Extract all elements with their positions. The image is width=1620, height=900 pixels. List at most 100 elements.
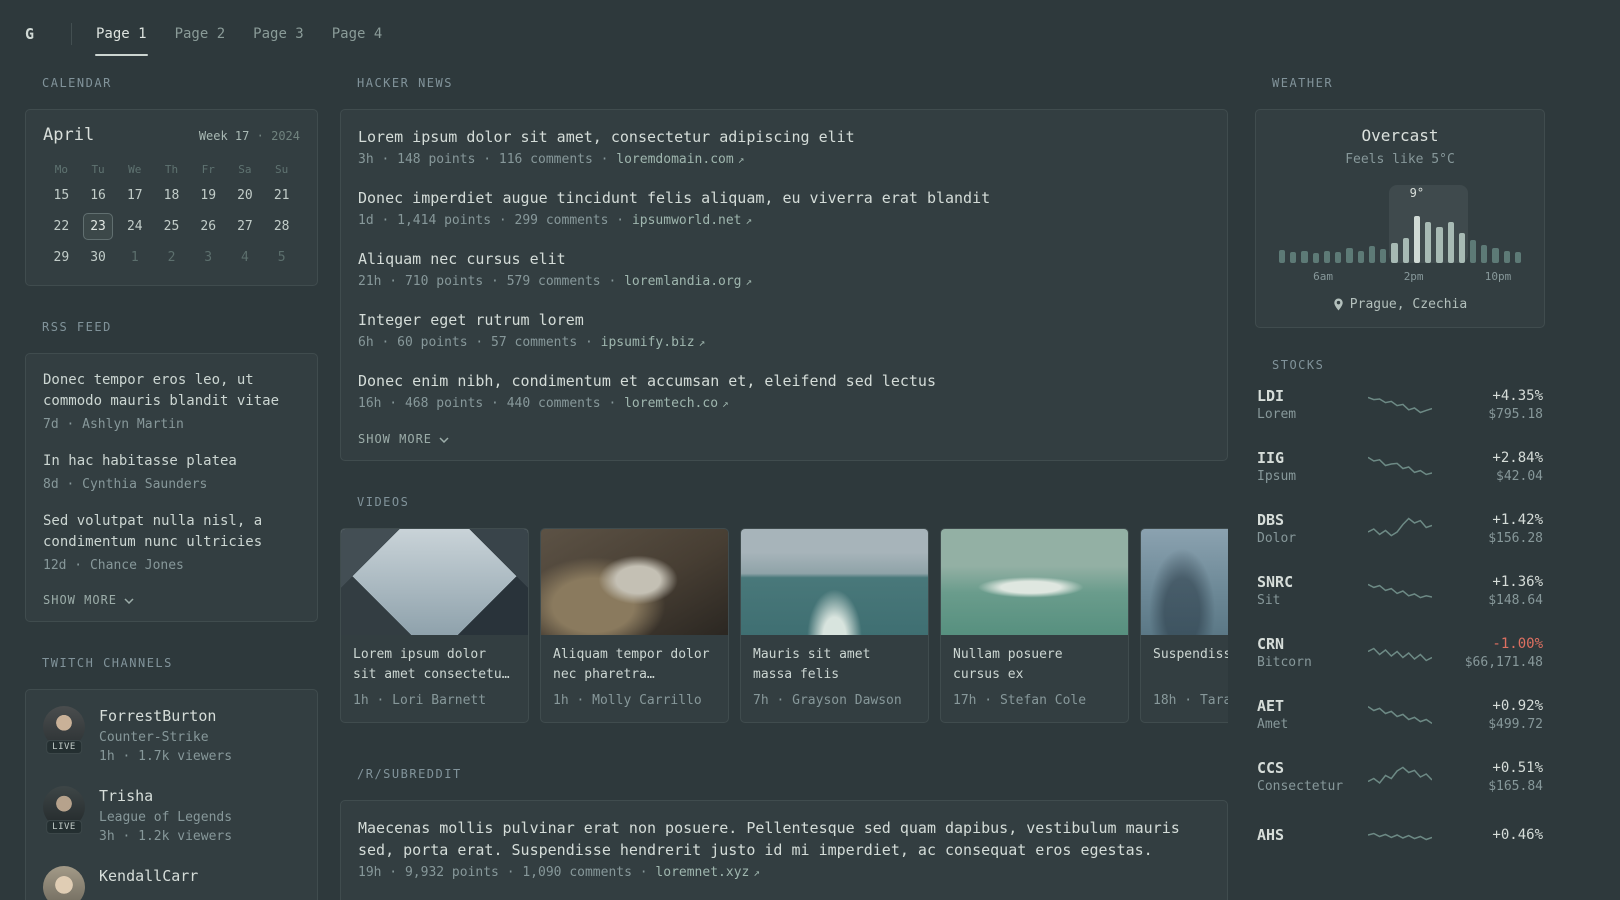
stock-row[interactable]: DBS Dolor +1.42% $156.28 xyxy=(1257,510,1543,548)
twitch-channel-info: KendallCarr xyxy=(99,866,198,900)
calendar-day[interactable]: 30 xyxy=(80,242,117,273)
hackernews-item-title[interactable]: Donec enim nibh, condimentum et accumsan… xyxy=(358,370,1210,392)
calendar-day[interactable]: 27 xyxy=(227,211,264,242)
chevron-down-icon xyxy=(439,436,449,443)
rss-item-title[interactable]: Donec tempor eros leo, ut commodo mauris… xyxy=(43,370,300,412)
stock-row[interactable]: AET Amet +0.92% $499.72 xyxy=(1257,696,1543,734)
calendar-day[interactable]: 24 xyxy=(116,211,153,242)
twitch-channel-name[interactable]: KendallCarr xyxy=(99,866,198,886)
hackernews-item-domain[interactable]: ipsumworld.net xyxy=(632,213,742,228)
hackernews-item-domain[interactable]: ipsumify.biz xyxy=(601,335,695,350)
hackernews-item-title[interactable]: Aliquam nec cursus elit xyxy=(358,248,1210,270)
stock-row[interactable]: SNRC Sit +1.36% $148.64 xyxy=(1257,572,1543,610)
hackernews-item-meta: 16h · 468 points · 440 comments · loremt… xyxy=(358,396,729,411)
subreddit-list: Maecenas mollis pulvinar erat non posuer… xyxy=(358,817,1210,883)
stock-sparkline xyxy=(1368,832,1432,841)
video-title[interactable]: Mauris sit amet massa felis xyxy=(753,645,916,685)
tab-page-3[interactable]: Page 3 xyxy=(252,12,305,56)
twitch-channel[interactable]: LIVE Trisha League of Legends 3h · 1.2k vie… xyxy=(43,786,300,846)
hackernews-item: Integer eget rutrum lorem 6h · 60 points … xyxy=(358,309,1210,353)
video-thumbnail xyxy=(1141,529,1228,635)
calendar-day[interactable]: 21 xyxy=(263,180,300,211)
hackernews-item-title[interactable]: Integer eget rutrum lorem xyxy=(358,309,1210,331)
video-meta: 7h · Grayson Dawson xyxy=(753,693,902,708)
rss-heading: RSS FEED xyxy=(42,320,112,334)
video-title[interactable]: Suspendisse diam xyxy=(1153,645,1228,685)
calendar-heading: CALENDAR xyxy=(42,76,112,90)
video-card[interactable]: Nullam posuere cursus ex 17h · Stefan Col… xyxy=(940,528,1129,723)
video-title[interactable]: Lorem ipsum dolor sit amet consectetu… xyxy=(353,645,516,685)
rss-widget: Donec tempor eros leo, ut commodo mauris… xyxy=(25,353,318,622)
calendar-day[interactable]: 28 xyxy=(263,211,300,242)
twitch-channel-name[interactable]: ForrestBurton xyxy=(99,706,232,726)
video-card[interactable]: Aliquam tempor dolor nec pharetra… 1h · M… xyxy=(540,528,729,723)
video-card-body: Suspendisse diam 18h · Tara xyxy=(1141,635,1228,722)
stock-quote: +0.46% xyxy=(1432,825,1543,845)
subreddit-item-title[interactable]: Maecenas mollis pulvinar erat non posuer… xyxy=(358,817,1210,861)
calendar-day[interactable]: 18 xyxy=(153,180,190,211)
calendar-day[interactable]: 4 xyxy=(227,242,264,273)
rss-item: Donec tempor eros leo, ut commodo mauris… xyxy=(43,370,300,434)
tab-page-1[interactable]: Page 1 xyxy=(95,12,148,56)
calendar-day[interactable]: 3 xyxy=(190,242,227,273)
video-title[interactable]: Aliquam tempor dolor nec pharetra… xyxy=(553,645,716,685)
weather-condition: Overcast xyxy=(1361,126,1439,145)
calendar-day[interactable]: 1 xyxy=(116,242,153,273)
rss-show-more-button[interactable]: SHOW MORE xyxy=(43,593,300,607)
stock-row[interactable]: IIG Ipsum +2.84% $42.04 xyxy=(1257,448,1543,486)
stocks-list: LDI Lorem +4.35% $795.18 IIG Ipsum +2.84% $42.0… xyxy=(1255,372,1545,850)
hackernews-section: HACKER NEWS Lorem ipsum dolor sit amet, … xyxy=(340,76,1228,461)
rss-item-title[interactable]: Sed volutpat nulla nisl, a condimentum n… xyxy=(43,511,300,553)
stock-row[interactable]: AHS +0.46% xyxy=(1257,820,1543,850)
video-thumbnail xyxy=(741,529,928,635)
calendar-day[interactable]: 29 xyxy=(43,242,80,273)
calendar-dow-label: Fr xyxy=(201,162,215,176)
stock-name: Dolor xyxy=(1257,531,1297,546)
twitch-channel[interactable]: LIVE ForrestBurton Counter-Strike 1h · 1.7k… xyxy=(43,706,300,766)
calendar-day[interactable]: 17 xyxy=(116,180,153,211)
hackernews-item-domain[interactable]: loremdomain.com xyxy=(616,152,733,167)
calendar-day[interactable]: 2 xyxy=(153,242,190,273)
video-card[interactable]: Suspendisse diam 18h · Tara xyxy=(1140,528,1228,723)
calendar-day-selected[interactable]: 23 xyxy=(83,213,114,240)
stock-ticker: CCS xyxy=(1257,759,1285,777)
tab-page-4[interactable]: Page 4 xyxy=(331,12,384,56)
calendar-day[interactable]: 16 xyxy=(80,180,117,211)
stock-row[interactable]: LDI Lorem +4.35% $795.18 xyxy=(1257,386,1543,424)
hackernews-item-title[interactable]: Lorem ipsum dolor sit amet, consectetur … xyxy=(358,126,1210,148)
hackernews-show-more-button[interactable]: SHOW MORE xyxy=(358,432,1210,446)
video-title[interactable]: Nullam posuere cursus ex xyxy=(953,645,1116,685)
weather-bar xyxy=(1312,252,1319,263)
calendar-day[interactable]: 15 xyxy=(43,180,80,211)
twitch-channel-name[interactable]: Trisha xyxy=(99,786,232,806)
stock-ticker: DBS xyxy=(1257,511,1285,529)
calendar-day[interactable]: 26 xyxy=(190,211,227,242)
stock-row[interactable]: CCS Consectetur +0.51% $165.84 xyxy=(1257,758,1543,796)
rss-item-title[interactable]: In hac habitasse platea xyxy=(43,451,300,472)
calendar-day[interactable]: 19 xyxy=(190,180,227,211)
calendar-day[interactable]: 22 xyxy=(43,211,80,242)
subreddit-item-domain[interactable]: loremnet.xyz xyxy=(655,865,749,880)
videos-section: VIDEOS Lorem ipsum dolor sit amet consec… xyxy=(340,495,1228,723)
calendar-day[interactable]: 20 xyxy=(227,180,264,211)
calendar-day[interactable]: 25 xyxy=(153,211,190,242)
twitch-channel[interactable]: KendallCarr xyxy=(43,866,300,900)
live-badge: LIVE xyxy=(46,740,82,754)
video-card[interactable]: Lorem ipsum dolor sit amet consectetu… 1h… xyxy=(340,528,529,723)
stock-row[interactable]: CRN Bitcorn -1.00% $66,171.48 xyxy=(1257,634,1543,672)
twitch-list: LIVE ForrestBurton Counter-Strike 1h · 1.7k… xyxy=(43,706,300,900)
weather-time-label: 10pm xyxy=(1484,270,1512,283)
video-meta: 1h · Molly Carrillo xyxy=(553,693,702,708)
stock-change: +0.51% xyxy=(1492,760,1543,776)
app-logo[interactable]: G xyxy=(25,25,71,43)
stock-sparkline xyxy=(1368,705,1432,725)
tab-page-2[interactable]: Page 2 xyxy=(174,12,227,56)
hackernews-item-domain[interactable]: loremlandia.org xyxy=(624,274,741,289)
hackernews-item-domain[interactable]: loremtech.co xyxy=(624,396,718,411)
calendar-day[interactable]: 5 xyxy=(263,242,300,273)
hackernews-item-title[interactable]: Donec imperdiet augue tincidunt felis al… xyxy=(358,187,1210,209)
stock-id: SNRC Sit xyxy=(1257,572,1368,610)
video-card[interactable]: Mauris sit amet massa felis 7h · Grayson … xyxy=(740,528,929,723)
video-card-body: Mauris sit amet massa felis 7h · Grayson … xyxy=(741,635,928,722)
hackernews-widget: Lorem ipsum dolor sit amet, consectetur … xyxy=(340,109,1228,461)
